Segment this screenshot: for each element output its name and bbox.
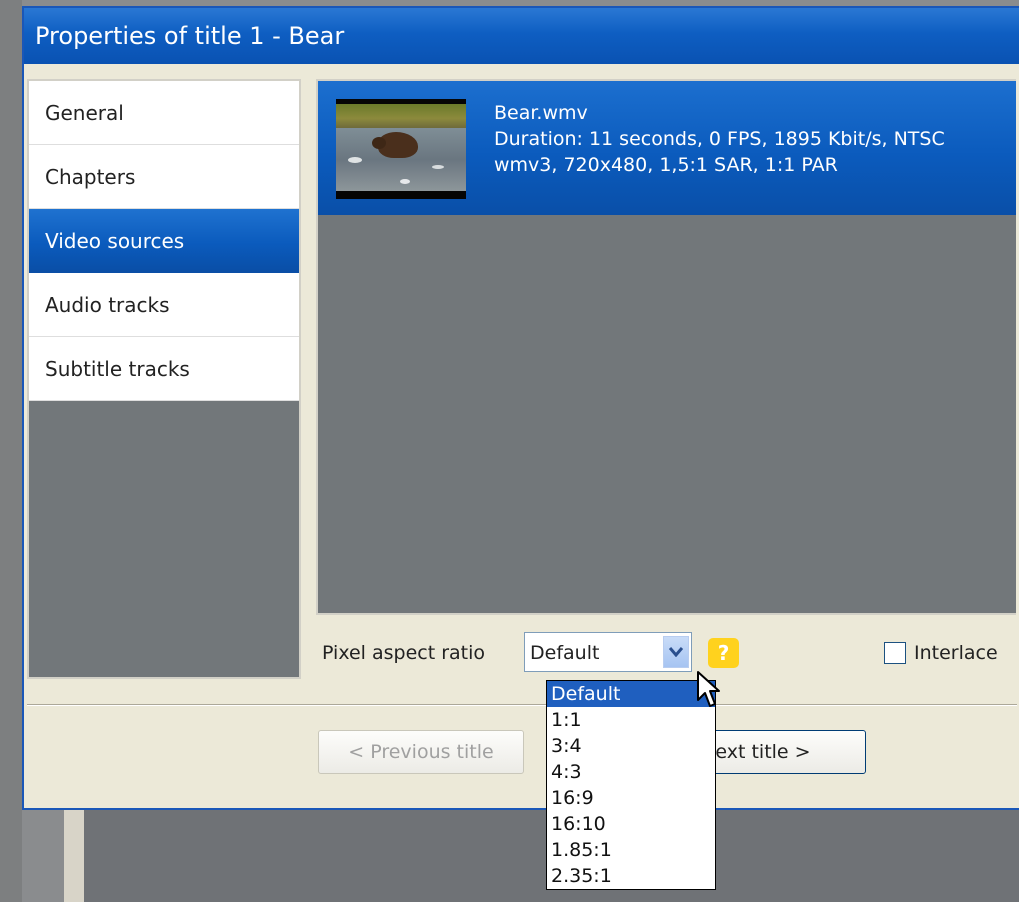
sidebar-nav: General Chapters Video sources Audio tra… — [27, 79, 301, 679]
nav-item-video-sources[interactable]: Video sources — [29, 209, 299, 273]
title-bar[interactable]: Properties of title 1 - Bear — [24, 8, 1019, 64]
previous-title-button[interactable]: < Previous title — [318, 730, 524, 774]
video-sources-panel: Bear.wmv Duration: 11 seconds, 0 FPS, 18… — [316, 79, 1016, 615]
dropdown-option-default[interactable]: Default — [547, 681, 715, 707]
dropdown-option-3-4[interactable]: 3:4 — [547, 733, 715, 759]
dropdown-option-1-1[interactable]: 1:1 — [547, 707, 715, 733]
source-filename: Bear.wmv — [494, 102, 588, 124]
nav-item-label: Subtitle tracks — [45, 356, 190, 381]
dropdown-option-2-35-1[interactable]: 2.35:1 — [547, 863, 715, 889]
nav-item-label: Video sources — [45, 228, 185, 253]
nav-item-general[interactable]: General — [29, 81, 299, 145]
dropdown-option-4-3[interactable]: 4:3 — [547, 759, 715, 785]
dropdown-option-1-85-1[interactable]: 1.85:1 — [547, 837, 715, 863]
nav-item-label: Audio tracks — [45, 292, 170, 317]
thumbnail-splash — [400, 179, 410, 184]
pixel-aspect-ratio-dropdown: Default 1:1 3:4 4:3 16:9 16:10 1.85:1 2.… — [546, 680, 716, 890]
thumbnail-grass — [336, 104, 466, 128]
nav-item-chapters[interactable]: Chapters — [29, 145, 299, 209]
nav-item-label: Chapters — [45, 164, 136, 189]
interlaced-label: Interlace — [914, 642, 998, 664]
select-current-value: Default — [530, 642, 600, 664]
dropdown-option-16-10[interactable]: 16:10 — [547, 811, 715, 837]
nav-item-subtitle-tracks[interactable]: Subtitle tracks — [29, 337, 299, 401]
help-icon[interactable]: ? — [708, 638, 739, 668]
divider — [27, 704, 1017, 706]
source-details: Duration: 11 seconds, 0 FPS, 1895 Kbit/s… — [494, 128, 945, 150]
thumbnail-splash — [348, 157, 362, 163]
background-app-edge — [0, 0, 22, 902]
pixel-aspect-ratio-select[interactable]: Default — [524, 632, 692, 672]
background-app-strip — [64, 810, 85, 902]
window-title: Properties of title 1 - Bear — [35, 22, 345, 50]
nav-item-audio-tracks[interactable]: Audio tracks — [29, 273, 299, 337]
video-source-item[interactable]: Bear.wmv Duration: 11 seconds, 0 FPS, 18… — [318, 81, 1016, 215]
mouse-cursor-icon — [697, 671, 720, 707]
thumbnail-splash — [432, 165, 444, 169]
chevron-down-icon[interactable] — [663, 636, 689, 668]
dropdown-option-16-9[interactable]: 16:9 — [547, 785, 715, 811]
nav-item-label: General — [45, 100, 124, 125]
pixel-aspect-ratio-label: Pixel aspect ratio — [322, 642, 486, 664]
thumbnail-bear-head — [372, 137, 386, 149]
video-thumbnail — [336, 99, 466, 199]
interlaced-checkbox[interactable] — [884, 642, 906, 664]
source-format: wmv3, 720x480, 1,5:1 SAR, 1:1 PAR — [494, 154, 838, 176]
